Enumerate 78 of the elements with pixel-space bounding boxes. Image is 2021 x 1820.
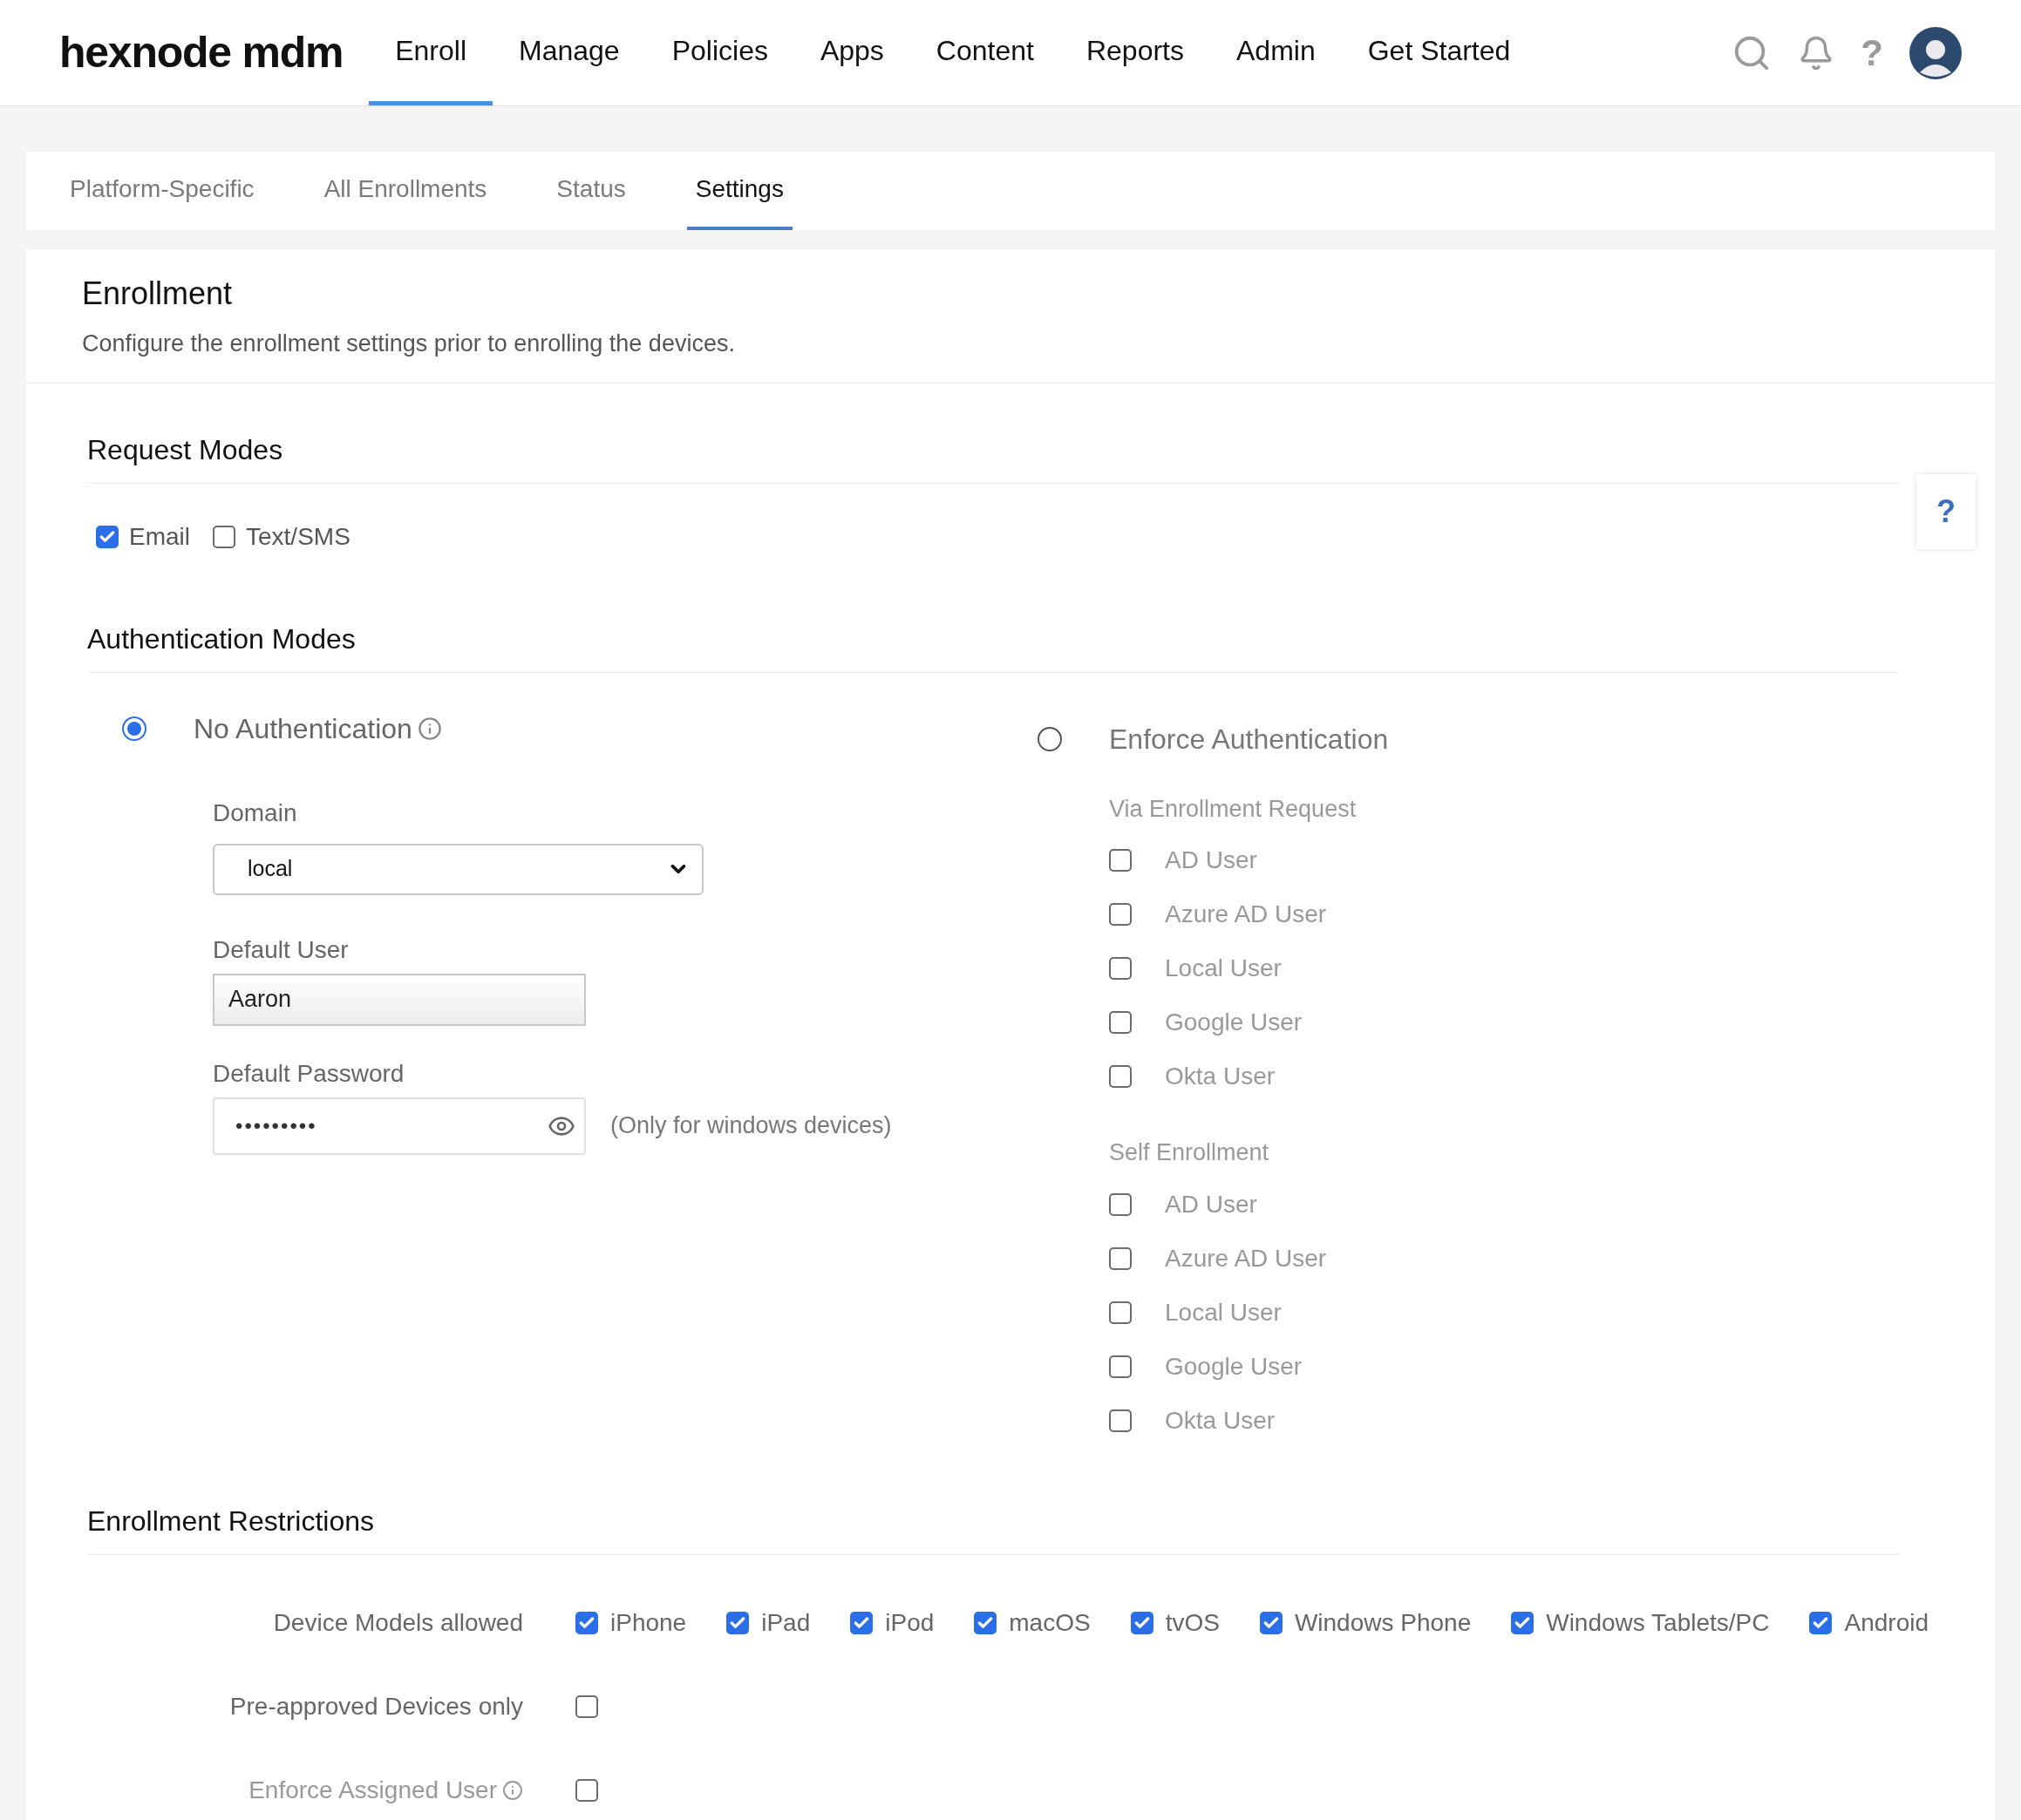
row-label: Enforce Assigned User (248, 1775, 497, 1805)
checkbox-label: AD User (1165, 845, 1257, 875)
checkbox[interactable] (1109, 1300, 1132, 1324)
checkbox-label: Google User (1165, 1008, 1303, 1037)
checkbox-label: AD User (1165, 1189, 1257, 1219)
checkbox-label: iPhone (610, 1607, 687, 1638)
checkbox[interactable] (1109, 1065, 1132, 1088)
radio-button[interactable] (1038, 726, 1062, 751)
checkbox-label: iPad (761, 1607, 811, 1638)
checkbox-label: Azure AD User (1165, 1243, 1327, 1273)
checkbox[interactable] (1109, 1409, 1132, 1432)
checkbox[interactable] (1109, 1011, 1132, 1034)
default-user-field[interactable]: Aaron (213, 973, 586, 1026)
tab[interactable]: Platform-Specific (61, 152, 263, 230)
nav-tab[interactable]: Apps (793, 0, 910, 105)
checkbox[interactable] (974, 1611, 997, 1634)
checkbox[interactable] (1130, 1611, 1153, 1634)
tab[interactable]: Settings (686, 152, 793, 230)
password-field[interactable]: ••••••••• (213, 1097, 586, 1155)
checkbox[interactable] (1109, 1192, 1132, 1216)
field-note: (Only for windows devices) (610, 1111, 892, 1141)
checkbox-label: Okta User (1165, 1405, 1276, 1436)
section-heading: Authentication Modes (87, 622, 356, 655)
checkbox[interactable] (850, 1611, 874, 1634)
checkbox[interactable] (1109, 903, 1132, 926)
checkbox-label: iPod (885, 1607, 935, 1638)
checkbox[interactable] (726, 1611, 750, 1634)
checkbox[interactable] (1109, 1246, 1132, 1270)
checkbox[interactable] (96, 525, 119, 548)
checkbox[interactable] (575, 1694, 598, 1718)
field-label: Domain (213, 798, 298, 828)
checkbox-label: Windows Phone (1294, 1607, 1472, 1638)
group-label: Via Enrollment Request (1109, 794, 1358, 824)
checkbox[interactable] (1109, 849, 1132, 872)
domain-select[interactable]: local (213, 843, 704, 895)
nav-tab[interactable]: Admin (1210, 0, 1342, 105)
checkbox[interactable] (213, 525, 235, 548)
checkbox-label: macOS (1009, 1607, 1091, 1638)
nav-tab[interactable]: Reports (1059, 0, 1210, 105)
logo[interactable]: hexnode mdm (59, 20, 344, 85)
tab[interactable]: All Enrollments (315, 152, 496, 230)
field-label: Default Password (213, 1058, 405, 1089)
checkbox[interactable] (1259, 1611, 1283, 1634)
help-button[interactable]: ? (1916, 474, 1976, 549)
section-heading: Request Modes (87, 433, 283, 465)
checkbox[interactable] (575, 1611, 598, 1634)
nav-tab[interactable]: Get Started (1341, 0, 1537, 105)
checkbox-label: tvOS (1165, 1607, 1220, 1638)
checkbox-label: Local User (1165, 954, 1282, 983)
nav-tab[interactable]: Enroll (369, 0, 493, 105)
checkbox-label: Android (1844, 1607, 1929, 1638)
checkbox-label: Email (129, 521, 190, 552)
checkbox-label: Text/SMS (246, 521, 350, 552)
info-icon (417, 716, 442, 741)
radio-button[interactable] (122, 716, 146, 741)
nav-tab[interactable]: Content (909, 0, 1060, 105)
checkbox-label: Google User (1165, 1351, 1303, 1382)
field-label: Default User (213, 934, 350, 965)
checkbox[interactable] (1109, 957, 1132, 980)
group-label: Self Enrollment (1109, 1138, 1270, 1167)
section-heading: Enrollment Restrictions (87, 1504, 374, 1537)
nav-tab[interactable]: Policies (645, 0, 794, 105)
row-label: Pre-approved Devices only (229, 1691, 523, 1722)
radio-label: Enforce Authentication (1109, 722, 1389, 757)
checkbox[interactable] (1809, 1611, 1833, 1634)
checkbox[interactable] (1511, 1611, 1534, 1634)
checkbox[interactable] (1109, 1355, 1132, 1378)
checkbox-label: Local User (1165, 1297, 1282, 1328)
checkbox-label: Okta User (1165, 1062, 1276, 1091)
page-title: Enrollment (82, 275, 234, 313)
radio-label: No Authentication (194, 711, 412, 746)
avatar-icon[interactable] (1909, 26, 1962, 79)
checkbox-label: Windows Tablets/PC (1546, 1607, 1770, 1638)
tab[interactable]: Status (548, 152, 635, 230)
row-label: Device Models allowed (273, 1607, 523, 1638)
nav-tab[interactable]: Manage (493, 0, 646, 105)
checkbox-label: Azure AD User (1165, 900, 1327, 929)
page-description: Configure the enrollment settings prior to enrolling the devices. (82, 329, 736, 358)
